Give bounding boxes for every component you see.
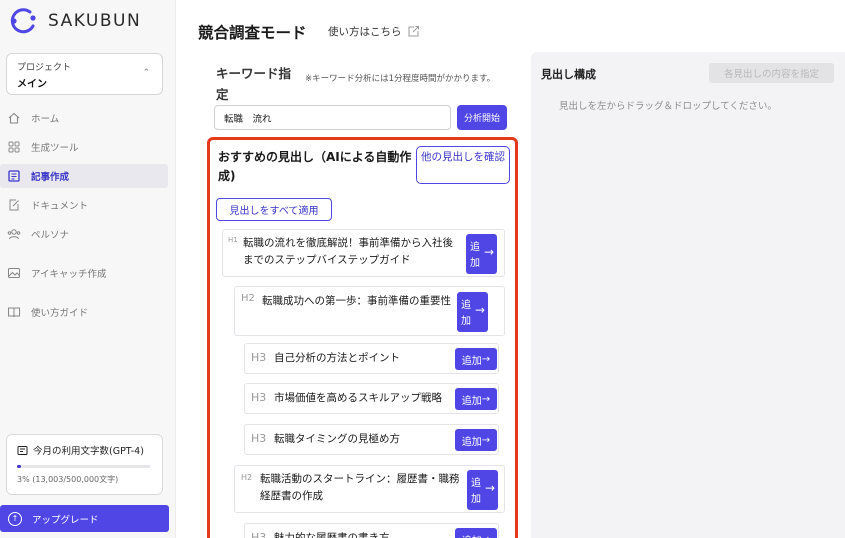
upgrade-button[interactable]: ↑ アップグレード (0, 505, 169, 532)
project-select[interactable]: プロジェクト メイン ⌃ (6, 53, 163, 95)
heading-structure-panel[interactable]: 見出し構成 各見出しの内容を指定 見出しを左からドラッグ＆ドロップしてください。 (531, 52, 845, 538)
other-headings-button[interactable]: 他の見出しを確認 (416, 146, 510, 184)
sidebar-item-eyecatch[interactable]: アイキャッチ作成 (0, 261, 168, 285)
add-heading-button[interactable]: 追加→ (455, 388, 497, 410)
heading-text: 転職活動のスタートライン：履歴書・職務経歴書の作成 (260, 473, 460, 502)
heading-level-tag: H3 (251, 432, 267, 445)
howto-link[interactable]: 使い方はこちら (328, 24, 420, 39)
add-heading-button[interactable]: 追加→ (455, 429, 497, 451)
heading-text: 転職成功への第一歩：事前準備の重要性 (262, 295, 451, 307)
sidebar-item-home[interactable]: ホーム (0, 106, 168, 130)
analyze-button[interactable]: 分析開始 (457, 105, 507, 130)
arrow-right-icon: → (481, 353, 491, 365)
apply-all-button[interactable]: 見出しをすべて適用 (216, 198, 332, 221)
add-heading-button[interactable]: 追 加 → (457, 292, 488, 332)
heading-level-tag: H2 (241, 473, 253, 482)
keyword-label: キーワード指定 (216, 66, 292, 102)
heading-card-h3[interactable]: H3 転職タイミングの見極め方 追加 → (244, 424, 499, 455)
sidebar-item-label: ホーム (31, 114, 60, 125)
keyword-input[interactable] (214, 105, 451, 130)
home-icon (6, 110, 22, 126)
image-icon (6, 265, 22, 281)
edit-document-icon (6, 197, 22, 213)
persona-icon (6, 226, 22, 242)
arrow-right-icon: → (481, 434, 491, 446)
logo[interactable]: SAKUBUN (8, 6, 141, 36)
specify-content-button[interactable]: 各見出しの内容を指定 (709, 63, 834, 83)
arrow-right-icon: → (481, 393, 491, 405)
heading-card-h3[interactable]: H3 市場価値を高めるスキルアップ戦略 追加 → (244, 383, 499, 414)
sidebar-item-label: 使い方ガイド (31, 308, 89, 319)
heading-level-tag: H3 (251, 351, 267, 364)
usage-text: 3% (13,003/500,000文字) (17, 475, 119, 484)
heading-level-tag: H3 (251, 391, 267, 404)
page-title: 競合調査モード (198, 24, 307, 42)
arrow-up-circle-icon: ↑ (8, 511, 22, 526)
usage-box: 今月の利用文字数(GPT-4) 3% (13,003/500,000文字) (6, 434, 163, 495)
recommended-headings-panel: おすすめの見出し（AIによる自動作成) 他の見出しを確認 見出しをすべて適用 H… (207, 137, 518, 538)
usage-title-row: 今月の利用文字数(GPT-4) (17, 443, 152, 457)
heading-text: 魅力的な履歴書の書き方 (274, 532, 390, 538)
heading-card-h2[interactable]: H2 転職成功への第一歩：事前準備の重要性 追 加 → (234, 286, 505, 336)
document-count-icon (17, 445, 28, 456)
arrow-right-icon: → (483, 245, 494, 259)
sidebar-item-article[interactable]: 記事作成 (0, 164, 168, 188)
sidebar-item-document[interactable]: ドキュメント (0, 193, 168, 217)
usage-progress-bar (17, 465, 150, 468)
sakubun-logo-icon (10, 8, 36, 34)
add-heading-button[interactable]: 追加→ (455, 348, 497, 370)
heading-card-h2[interactable]: H2 転職活動のスタートライン：履歴書・職務経歴書の作成 追 加 → (234, 465, 505, 513)
upgrade-label: アップグレード (32, 514, 99, 526)
book-icon (6, 304, 22, 320)
arrow-right-icon: → (484, 481, 495, 495)
grid-icon (6, 139, 22, 155)
heading-text: 転職タイミングの見極め方 (274, 433, 400, 445)
heading-level-tag: H2 (241, 293, 255, 304)
usage-progress-fill (17, 465, 21, 468)
heading-structure-title: 見出し構成 (541, 68, 596, 81)
drop-hint: 見出しを左からドラッグ＆ドロップしてください。 (559, 101, 777, 112)
sidebar-item-label: アイキャッチ作成 (31, 269, 107, 280)
sidebar-item-label: ドキュメント (31, 201, 89, 212)
heading-card-h1[interactable]: H1 転職の流れを徹底解説！事前準備から入社後までのステップバイステップガイド … (222, 229, 505, 277)
sidebar: SAKUBUN プロジェクト メイン ⌃ ホーム 生成ツール 記事作成 ドキュメ… (0, 0, 176, 538)
heading-level-tag: H3 (251, 531, 267, 538)
heading-text: 自己分析の方法とポイント (274, 352, 400, 364)
chevron-updown-icon: ⌃ (142, 68, 150, 78)
recommended-title: おすすめの見出し（AIによる自動作成) (218, 150, 412, 183)
heading-text: 市場価値を高めるスキルアップ戦略 (274, 392, 442, 404)
add-heading-button[interactable]: 追 加 → (466, 234, 497, 274)
usage-title: 今月の利用文字数(GPT-4) (33, 446, 144, 457)
sidebar-item-tools[interactable]: 生成ツール (0, 135, 168, 159)
heading-text: 転職の流れを徹底解説！事前準備から入社後までのステップバイステップガイド (243, 237, 453, 266)
app-name: SAKUBUN (48, 11, 142, 31)
project-select-value: メイン (17, 79, 47, 90)
arrow-right-icon: → (474, 303, 485, 317)
arrow-right-icon: → (482, 534, 490, 538)
heading-card-h3[interactable]: H3 自己分析の方法とポイント 追加 → (244, 343, 499, 374)
sidebar-item-guide[interactable]: 使い方ガイド (0, 300, 168, 324)
add-heading-button[interactable]: 追 加 → (467, 470, 498, 510)
keyword-note: ※キーワード分析には1分程度時間がかかります。 (305, 74, 496, 84)
project-select-label: プロジェクト (17, 63, 72, 73)
add-heading-button[interactable]: 追加→ (455, 528, 497, 538)
sidebar-item-label: 生成ツール (31, 143, 79, 154)
heading-card-h3[interactable]: H3 魅力的な履歴書の書き方 追加→ (244, 523, 499, 538)
article-icon (6, 168, 22, 184)
external-link-icon (407, 25, 420, 38)
heading-level-tag: H1 (228, 236, 238, 244)
howto-link-label: 使い方はこちら (328, 26, 402, 38)
sidebar-item-label: 記事作成 (31, 172, 70, 183)
sidebar-item-label: ペルソナ (31, 230, 70, 241)
sidebar-item-persona[interactable]: ペルソナ (0, 222, 168, 246)
